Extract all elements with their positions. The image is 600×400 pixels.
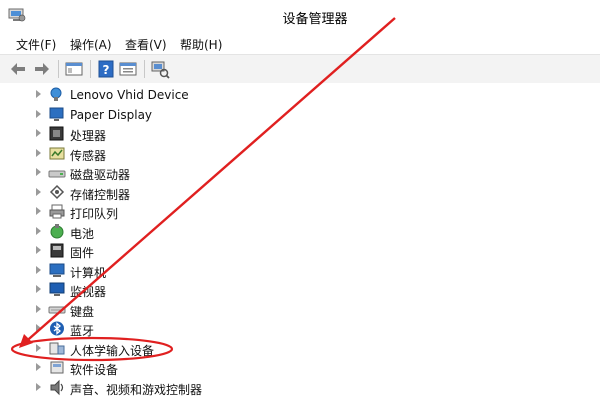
tree-item-label: Lenovo Vhid Device <box>70 88 189 102</box>
svg-text:?: ? <box>103 63 110 77</box>
menu-help[interactable]: 帮助(H) <box>180 36 222 53</box>
tree-item-paper-display[interactable]: Paper Display <box>0 105 600 125</box>
tree-item-label: Paper Display <box>70 107 153 122</box>
expand-arrow-icon[interactable] <box>36 363 41 371</box>
tree-item-software-devices[interactable]: 软件设备 <box>0 358 600 378</box>
expand-arrow-icon[interactable] <box>36 324 41 332</box>
tree-item-monitor[interactable]: 监视器 <box>0 280 600 300</box>
expand-arrow-icon[interactable] <box>36 382 41 391</box>
display-icon <box>49 107 64 121</box>
tree-item-human-interface-devices[interactable]: 人体学输入设备 <box>0 339 600 359</box>
tree-item-label: 计算机 <box>70 265 107 280</box>
tree-item-label: 监视器 <box>70 285 107 299</box>
toolbar-separator <box>144 60 145 78</box>
tree-item-label: 存储控制器 <box>70 187 131 202</box>
tree-item-audio-video-game-controllers[interactable]: 声音、视频和游戏控制器 <box>0 378 600 398</box>
expand-arrow-icon[interactable] <box>36 109 41 118</box>
toolbar-separator <box>90 60 91 78</box>
expand-arrow-icon[interactable] <box>36 226 41 235</box>
tree-item-label: 磁盘驱动器 <box>70 168 131 182</box>
bluetooth-icon <box>50 321 64 336</box>
tree-item-label: 键盘 <box>70 304 95 319</box>
tree-item-label: 软件设备 <box>70 363 119 377</box>
forward-arrow-icon[interactable] <box>32 59 52 79</box>
processor-icon <box>49 126 64 141</box>
properties-icon[interactable] <box>118 59 138 79</box>
computer-icon <box>49 263 65 277</box>
tree-item-label: 电池 <box>70 226 95 241</box>
expand-arrow-icon[interactable] <box>36 148 41 157</box>
tree-item-label: 蓝牙 <box>70 324 95 338</box>
menu-view[interactable]: 查看(V) <box>125 36 167 53</box>
expand-arrow-icon[interactable] <box>36 343 41 352</box>
expand-arrow-icon[interactable] <box>36 129 41 137</box>
tree-item-bluetooth[interactable]: 蓝牙 <box>0 319 600 339</box>
expand-arrow-icon[interactable] <box>36 265 41 274</box>
expand-arrow-icon[interactable] <box>36 304 41 313</box>
monitor-icon <box>49 282 65 296</box>
tree-item-label: 打印队列 <box>70 207 119 221</box>
tree-item-print-queue[interactable]: 打印队列 <box>0 202 600 222</box>
tree-item-keyboard[interactable]: 键盘 <box>0 300 600 320</box>
tree-item-label: 处理器 <box>70 129 107 143</box>
scan-hardware-icon[interactable] <box>150 59 170 79</box>
title-bar: 设备管理器 <box>0 0 600 32</box>
menu-bar: 文件(F) 操作(A) 查看(V) 帮助(H) <box>0 32 600 54</box>
tree-item-computer[interactable]: 计算机 <box>0 261 600 281</box>
human-interface-device-icon <box>49 342 65 354</box>
tree-item-sensor[interactable]: 传感器 <box>0 144 600 164</box>
expand-arrow-icon[interactable] <box>36 246 41 254</box>
menu-action[interactable]: 操作(A) <box>70 36 112 53</box>
disk-drive-icon <box>48 170 66 178</box>
tree-item-label: 固件 <box>70 246 95 260</box>
tree-item-processor[interactable]: 处理器 <box>0 124 600 144</box>
back-arrow-icon[interactable] <box>8 59 28 79</box>
software-device-icon <box>50 361 64 374</box>
keyboard-icon <box>48 306 66 313</box>
toolbar: ? <box>0 54 600 84</box>
audio-icon <box>50 379 64 395</box>
tree-item-battery[interactable]: 电池 <box>0 222 600 242</box>
tree-item-label: 声音、视频和游戏控制器 <box>70 382 203 397</box>
expand-arrow-icon[interactable] <box>36 90 41 98</box>
sensor-icon <box>49 147 65 159</box>
printer-icon <box>49 204 65 219</box>
tree-item-storage-controller[interactable]: 存储控制器 <box>0 183 600 203</box>
device-tree: Lenovo Vhid Device Paper Display 处理器 传感器 <box>0 83 600 400</box>
expand-arrow-icon[interactable] <box>36 187 41 196</box>
expand-arrow-icon[interactable] <box>36 285 41 293</box>
firmware-icon <box>50 243 64 258</box>
help-icon[interactable]: ? <box>96 59 116 79</box>
battery-icon <box>50 223 64 238</box>
expand-arrow-icon[interactable] <box>36 168 41 176</box>
menu-file[interactable]: 文件(F) <box>16 36 56 53</box>
hid-device-icon <box>50 87 62 101</box>
toolbar-separator <box>58 60 59 78</box>
show-hide-console-tree-icon[interactable] <box>64 59 84 79</box>
window-title: 设备管理器 <box>282 12 348 27</box>
tree-item-label: 人体学输入设备 <box>70 343 155 358</box>
expand-arrow-icon[interactable] <box>36 207 41 215</box>
tree-item-disk-drive[interactable]: 磁盘驱动器 <box>0 163 600 183</box>
tree-item-firmware[interactable]: 固件 <box>0 241 600 261</box>
tree-item-label: 传感器 <box>70 148 107 163</box>
storage-controller-icon <box>49 184 65 199</box>
tree-item-lenovo-vhid-device[interactable]: Lenovo Vhid Device <box>0 85 600 105</box>
